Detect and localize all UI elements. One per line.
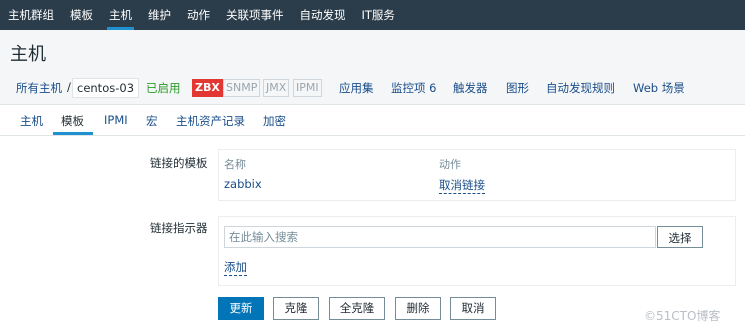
nav-host-groups[interactable]: 主机群组 xyxy=(0,0,62,30)
add-link[interactable]: 添加 xyxy=(224,259,247,276)
template-search-input[interactable] xyxy=(224,226,656,248)
tab-inventory[interactable]: 主机资产记录 xyxy=(176,113,245,129)
link-discovery-rules[interactable]: 自动发现规则 xyxy=(546,80,615,96)
top-nav: 主机群组 模板 主机 维护 动作 关联项事件 自动发现 IT服务 xyxy=(0,0,745,30)
link-applications[interactable]: 应用集 xyxy=(339,80,374,96)
cancel-button[interactable]: 取消 xyxy=(450,297,496,320)
link-items[interactable]: 监控项 6 xyxy=(391,80,436,96)
link-triggers[interactable]: 触发器 xyxy=(453,80,488,96)
breadcrumb: 所有主机 / centos-03 已启用 ZBX SNMP JMX IPMI 应… xyxy=(0,72,745,105)
tab-encryption[interactable]: 加密 xyxy=(263,113,286,129)
link-indicator-panel: 选择 添加 xyxy=(218,216,736,286)
update-button[interactable]: 更新 xyxy=(218,297,264,320)
ipmi-availability-badge: IPMI xyxy=(293,79,322,97)
link-web-scenarios[interactable]: Web 场景 xyxy=(633,80,685,96)
zbx-availability-badge: ZBX xyxy=(192,79,223,97)
active-tab-indicator xyxy=(53,132,93,135)
link-graphs[interactable]: 图形 xyxy=(506,80,529,96)
tab-macros[interactable]: 宏 xyxy=(146,113,158,129)
link-indicator-label: 链接指示器 xyxy=(150,221,208,235)
column-name-header: 名称 xyxy=(224,158,246,171)
page-title: 主机 xyxy=(10,44,46,65)
page-header: 主机 xyxy=(0,30,745,72)
nav-maintenance[interactable]: 维护 xyxy=(140,0,179,30)
tab-ipmi[interactable]: IPMI xyxy=(104,113,128,127)
column-action-header: 动作 xyxy=(439,158,461,171)
nav-actions[interactable]: 动作 xyxy=(179,0,218,30)
linked-templates-table: 名称 动作 zabbix 取消链接 xyxy=(218,149,736,201)
snmp-availability-badge: SNMP xyxy=(223,79,261,97)
breadcrumb-separator: / xyxy=(67,80,71,94)
tab-host[interactable]: 主机 xyxy=(20,113,43,129)
linked-templates-label: 链接的模板 xyxy=(150,156,208,170)
jmx-availability-badge: JMX xyxy=(263,79,290,97)
template-name-link[interactable]: zabbix xyxy=(224,177,262,191)
unlink-template-link[interactable]: 取消链接 xyxy=(439,177,485,194)
breadcrumb-all-hosts[interactable]: 所有主机 xyxy=(16,80,62,96)
host-tabs: 主机 模板 IPMI 宏 主机资产记录 加密 xyxy=(0,105,745,136)
watermark: ©51CTO博客 xyxy=(644,309,721,323)
delete-button[interactable]: 删除 xyxy=(395,297,441,320)
tab-templates[interactable]: 模板 xyxy=(61,113,84,129)
nav-event-correlation[interactable]: 关联项事件 xyxy=(218,0,292,30)
nav-hosts[interactable]: 主机 xyxy=(101,0,140,30)
nav-discovery[interactable]: 自动发现 xyxy=(292,0,354,30)
nav-templates[interactable]: 模板 xyxy=(62,0,101,30)
select-button[interactable]: 选择 xyxy=(657,226,703,248)
host-status-enabled[interactable]: 已启用 xyxy=(146,80,181,96)
breadcrumb-current-host: centos-03 xyxy=(72,78,140,98)
full-clone-button[interactable]: 全克隆 xyxy=(329,297,385,320)
nav-it-services[interactable]: IT服务 xyxy=(354,0,403,30)
clone-button[interactable]: 克隆 xyxy=(273,297,319,320)
